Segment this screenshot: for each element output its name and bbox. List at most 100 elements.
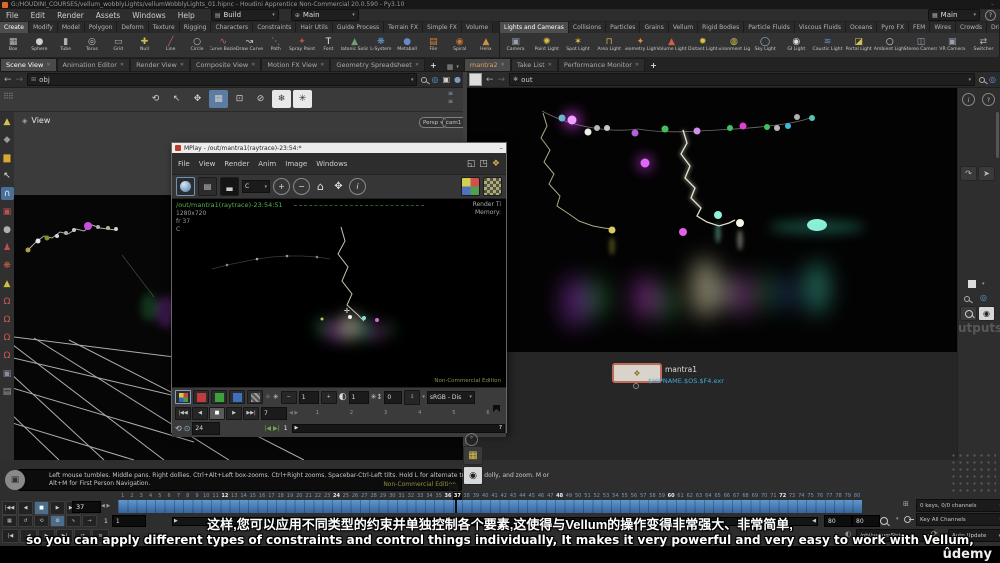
shelf-tool[interactable]: ▦ Box [0, 33, 26, 57]
range-start-icon[interactable]: |◀ [264, 425, 271, 432]
right-desktop-select[interactable]: ▦ Main ▾ [928, 9, 980, 21]
shelf-tab[interactable]: Particles [606, 22, 641, 33]
shelf-tab[interactable]: Rigid Bodies [698, 22, 745, 33]
shelf-tool[interactable]: ✺ Point Light [531, 33, 562, 57]
keys-status-select[interactable]: 0 keys, 0/0 channels▾ [916, 499, 1000, 512]
shelf-tool[interactable]: ✦ Geometry Light [625, 33, 656, 57]
render-settings-icon[interactable]: ❖ [492, 159, 500, 169]
snap-icon[interactable]: ❄ [272, 90, 291, 108]
redo-icon[interactable]: ↷ [960, 166, 977, 181]
add-pane-tab-button[interactable]: + [645, 60, 662, 71]
close-icon[interactable]: ✕ [320, 62, 324, 68]
shelf-tool[interactable]: ◎ Torus [79, 33, 105, 57]
shelf-tool[interactable]: ◉ Spiral [447, 33, 473, 57]
shelf-tab[interactable]: FEM [908, 22, 931, 33]
checker-background-icon[interactable] [483, 177, 502, 196]
shelf-tab[interactable]: Terrain FX [384, 22, 423, 33]
create-geometry-icon[interactable]: ▲ [1, 115, 14, 128]
contrast-field[interactable]: 1 [348, 390, 369, 404]
pop-character-icon[interactable]: ▲ [1, 277, 14, 290]
help-icon[interactable]: ? [985, 9, 996, 21]
eye-icon[interactable]: ◉ [463, 466, 483, 485]
shelf-tool[interactable]: ⊓ Area Light [594, 33, 625, 57]
back-icon[interactable]: ← [486, 75, 494, 85]
shelf-tool[interactable]: ✶ Spot Light [562, 33, 593, 57]
misc-tool-icon[interactable]: ▤ [1, 385, 14, 398]
shelf-tab[interactable]: Drive Simulation [987, 22, 999, 33]
box-select-icon[interactable]: ⊡ [230, 90, 249, 108]
shelf-tool[interactable]: ✦ Spray Paint [289, 33, 315, 57]
shelf-tool[interactable]: ⋱ Path [263, 33, 289, 57]
menu-item[interactable]: Render [224, 160, 249, 168]
zoom-in-icon[interactable]: + [273, 178, 290, 195]
shelf-tab[interactable]: Particle Fluids [744, 22, 795, 33]
shelf-tool[interactable]: ◍ Environment Light [718, 33, 749, 57]
current-frame-field[interactable]: 37 [72, 501, 101, 513]
histogram-icon[interactable]: ▃ [220, 177, 239, 196]
shelf-tool[interactable]: ▲ Platonic Solids [341, 33, 367, 57]
zoom-out-icon[interactable]: − [293, 178, 310, 195]
brightness-up-icon[interactable]: ✳ [273, 393, 279, 401]
shelf-tab[interactable]: Model [57, 22, 85, 33]
chevron-down-icon[interactable]: ▾ [456, 64, 459, 70]
help-icon[interactable]: ? [982, 93, 995, 106]
path-input[interactable]: ✱ out ▾ [509, 73, 976, 86]
minimize-icon[interactable]: – [500, 144, 504, 152]
shelf-tool[interactable]: ╱ Line [158, 33, 184, 57]
geometry-container-icon[interactable]: ▆ [1, 151, 14, 164]
chevron-down-icon[interactable]: ▾ [411, 77, 414, 83]
close-icon[interactable]: ✕ [180, 62, 184, 68]
shelf-tool[interactable]: ▮ Tube [53, 33, 79, 57]
image-mode-icon[interactable] [176, 177, 195, 196]
drag-handle-icon[interactable]: ⠿⠿ [3, 92, 14, 101]
view-disable-icon[interactable]: ⊘ [251, 90, 270, 108]
scrollbar[interactable] [996, 112, 999, 158]
offset-field[interactable]: 0 [384, 390, 403, 404]
shelf-tool[interactable]: ○ Ambient Light [874, 33, 905, 57]
layout-icon[interactable]: ▤ [198, 177, 217, 196]
play-button[interactable]: ▶ [50, 501, 65, 515]
shelf-tab[interactable]: Volume [461, 22, 494, 33]
camera-tool-icon[interactable]: ▣ [1, 367, 14, 380]
add-pane-tab-button[interactable]: + [425, 60, 442, 71]
shelf-tool[interactable]: ▲ Volume Light [656, 33, 687, 57]
fit-window-icon[interactable]: ◱ [467, 159, 476, 169]
view-tool-icon[interactable]: ⟲ [146, 90, 165, 108]
shelf-tab[interactable]: Polygon [84, 22, 118, 33]
search-icon[interactable] [960, 306, 977, 321]
radial-menu-icon[interactable]: ◎ [989, 75, 996, 84]
shelf-tool[interactable]: ▤ File [420, 33, 446, 57]
shelf-tab[interactable]: Rigging [179, 22, 212, 33]
fps-clock-icon[interactable]: ⊙ [184, 424, 191, 433]
shelf-tool[interactable]: ○ Circle [184, 33, 210, 57]
loop-mode-icon[interactable]: ⟲ [175, 424, 182, 433]
shelf-tab[interactable]: Texture [148, 22, 180, 33]
node-output-connector[interactable] [633, 383, 639, 389]
mplay-image-area[interactable]: /out/mantra1(raytrace)-23:54:51 1280x720… [172, 199, 506, 387]
mplay-stop-button[interactable]: ■ [209, 406, 225, 420]
constraint-magnet-icon[interactable]: Ω [1, 313, 14, 326]
pane-tab[interactable]: Render View ✕ [130, 58, 191, 71]
menu-item[interactable]: Windows [316, 160, 347, 168]
exposure-icon[interactable]: ✳↕ [371, 393, 383, 401]
shelf-tab[interactable]: Create [0, 22, 29, 33]
shelf-tool[interactable]: ◪ Portal Light [843, 33, 874, 57]
frame-step-icons[interactable]: ◀ ▶ [289, 410, 298, 416]
close-icon[interactable]: ✕ [46, 62, 50, 68]
snapshot-swatch[interactable] [469, 73, 482, 86]
pane-tab[interactable]: Motion FX View ✕ [261, 58, 331, 71]
shelf-tool[interactable]: ↝ Draw Curve [236, 33, 262, 57]
forward-icon[interactable]: → [16, 75, 24, 85]
shelf-tab[interactable]: Simple FX [422, 22, 462, 33]
pane-tab[interactable]: Geometry Spreadsheet ✕ [330, 58, 426, 71]
pane-layout-icon[interactable]: ▦ [447, 63, 454, 71]
brightness-down-icon[interactable]: ✳ [265, 393, 271, 401]
shelf-tab[interactable]: Viscous Fluids [794, 22, 846, 33]
shelf-tool[interactable]: ▣ VR Camera [937, 33, 968, 57]
slider-handle[interactable]: ▶ [295, 425, 299, 432]
info-icon[interactable]: i [349, 178, 366, 195]
mplay-frame-field[interactable]: 7 [261, 406, 287, 420]
playhead[interactable] [455, 500, 457, 513]
play-reverse-button[interactable]: ◀ [18, 501, 33, 515]
desktop-main-select[interactable]: ⊕ Main ▾ [290, 9, 359, 21]
